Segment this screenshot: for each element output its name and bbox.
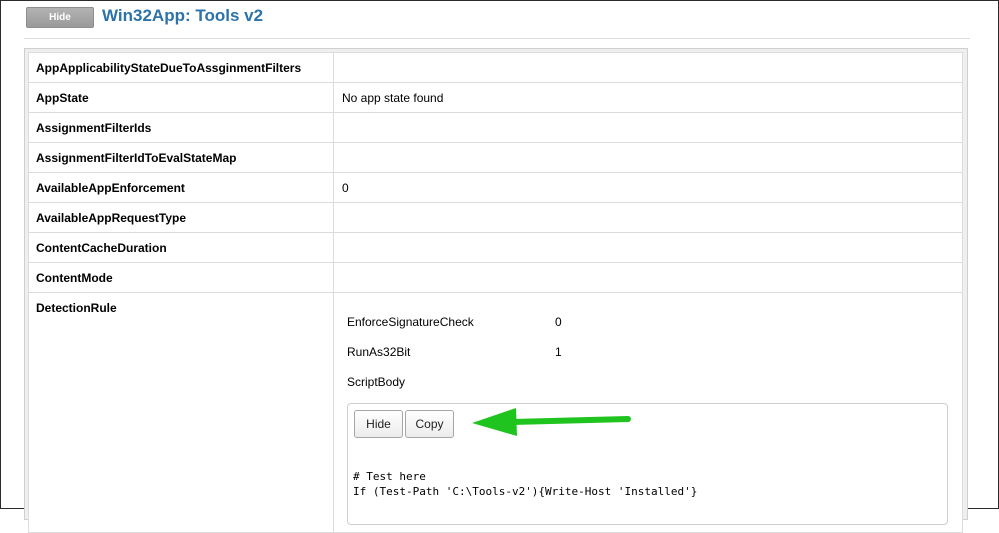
- table-row: AppState No app state found: [28, 82, 963, 113]
- property-value: 0: [333, 172, 963, 203]
- table-row: ContentMode: [28, 262, 963, 293]
- script-code: # Test here If (Test-Path 'C:\Tools-v2'){…: [353, 469, 697, 499]
- table-row: AvailableAppRequestType: [28, 202, 963, 233]
- property-key: ContentCacheDuration: [28, 232, 334, 263]
- code-line: # Test here: [353, 470, 426, 483]
- detection-field-key: ScriptBody: [347, 375, 406, 389]
- property-key: AssignmentFilterIdToEvalStateMap: [28, 142, 334, 173]
- title-divider: [24, 38, 970, 39]
- property-key: ContentMode: [28, 262, 334, 293]
- page-title: Win32App: Tools v2: [102, 6, 264, 25]
- property-key: AvailableAppRequestType: [28, 202, 334, 233]
- green-arrow-annotation: [472, 408, 631, 436]
- detection-field-key: EnforceSignatureCheck: [347, 315, 474, 329]
- table-row: AppApplicabilityStateDueToAssginmentFilt…: [28, 52, 963, 83]
- detection-field-key: RunAs32Bit: [347, 345, 411, 359]
- detection-field-value: 1: [555, 345, 562, 359]
- property-key: DetectionRule: [28, 292, 334, 533]
- code-line: If (Test-Path 'C:\Tools-v2'){Write-Host …: [353, 485, 698, 498]
- table-row: AssignmentFilterIdToEvalStateMap: [28, 142, 963, 173]
- property-key: AppState: [28, 82, 334, 113]
- copy-script-button[interactable]: Copy: [405, 410, 454, 438]
- hide-script-button[interactable]: Hide: [354, 410, 403, 438]
- property-value: [333, 112, 963, 143]
- property-value: [333, 52, 963, 83]
- property-value: [333, 142, 963, 173]
- property-value: [333, 202, 963, 233]
- detection-field-value: 0: [555, 315, 562, 329]
- property-value: [333, 262, 963, 293]
- table-row: ContentCacheDuration: [28, 232, 963, 263]
- table-row: AssignmentFilterIds: [28, 112, 963, 143]
- property-key: AssignmentFilterIds: [28, 112, 334, 143]
- hide-section-button[interactable]: Hide: [26, 7, 94, 28]
- property-key: AvailableAppEnforcement: [28, 172, 334, 203]
- table-row: AvailableAppEnforcement 0: [28, 172, 963, 203]
- property-value: No app state found: [333, 82, 963, 113]
- property-value: [333, 232, 963, 263]
- property-key: AppApplicabilityStateDueToAssginmentFilt…: [28, 52, 334, 83]
